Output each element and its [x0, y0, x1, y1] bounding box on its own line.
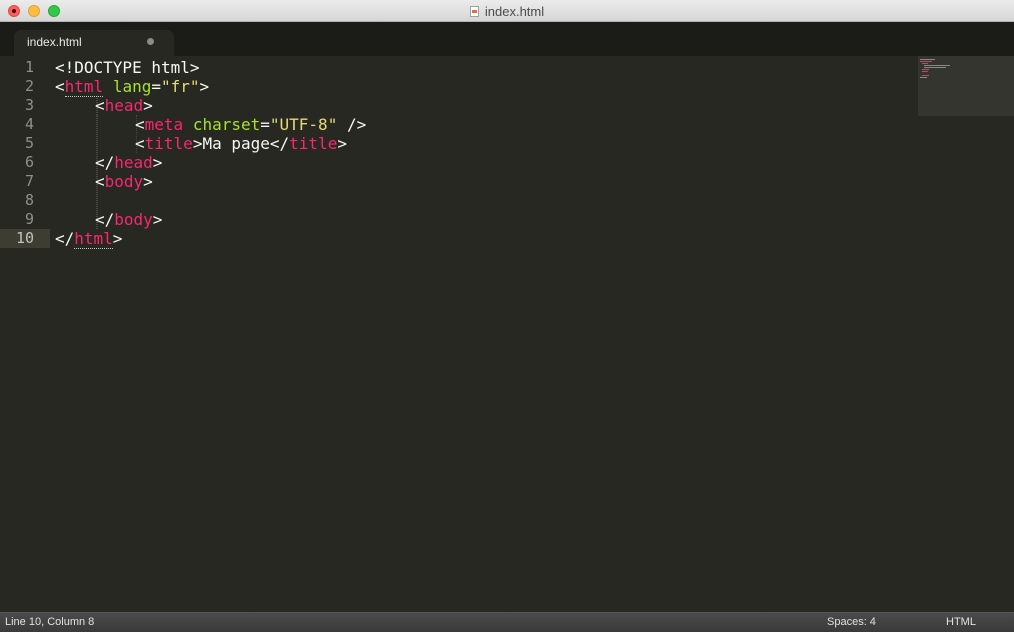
code-line-10: </html>: [55, 229, 123, 249]
cursor-position: Line 10, Column 8: [5, 616, 95, 628]
line-number: 3: [24, 96, 34, 114]
minimap-line: [924, 65, 950, 66]
code-line-5: <title>Ma page</title>: [135, 134, 347, 153]
window-title-text: index.html: [484, 3, 545, 19]
minimap-line: [920, 77, 927, 78]
code-line-4: <meta charset="UTF-8" />: [135, 115, 367, 134]
minimap-line: [920, 59, 935, 60]
minimap-line: [922, 71, 928, 72]
code-line-6: </head>: [95, 153, 163, 172]
line-number: 2: [24, 77, 34, 95]
line-number: 4: [24, 115, 34, 133]
minimap-line: [922, 63, 928, 64]
code-line-9: </body>: [95, 210, 163, 229]
status-bar: Line 10, Column 8 Spaces: 4 HTML: [0, 612, 1014, 632]
line-number-active: 10: [0, 229, 50, 248]
line-number-gutter: 1 2 3 4 5 6 7 8 9 10: [0, 56, 50, 612]
minimap-line: [922, 69, 929, 70]
code-line-2: <html lang="fr">: [55, 77, 210, 97]
code-line-3: <head>: [95, 96, 153, 115]
title-bar: index.html: [0, 0, 1014, 22]
line-number: 1: [24, 58, 34, 76]
minimap-line: [924, 67, 946, 68]
line-number: 6: [24, 153, 34, 171]
minimap-line: [922, 75, 929, 76]
tab-index-html[interactable]: index.html: [14, 30, 174, 56]
line-number: 9: [24, 210, 34, 228]
line-number: 7: [24, 172, 34, 190]
indentation-setting[interactable]: Spaces: 4: [827, 616, 876, 628]
editor-area[interactable]: 1 2 3 4 5 6 7 8 9 10 <!DOCTYPE html> <ht…: [0, 56, 1014, 612]
code-line-1: <!DOCTYPE html>: [55, 58, 200, 77]
line-number: 5: [24, 134, 34, 152]
minimap-line: [920, 61, 932, 62]
tab-label: index.html: [27, 35, 82, 49]
syntax-selector[interactable]: HTML: [946, 616, 976, 628]
unsaved-dot-icon[interactable]: [147, 38, 154, 45]
code-line-7: <body>: [95, 172, 153, 191]
line-number: 8: [24, 191, 34, 209]
html-file-icon: [469, 5, 479, 17]
indent-guide: [97, 115, 98, 153]
window-title: index.html: [0, 0, 1014, 22]
minimap[interactable]: [918, 56, 1014, 116]
tab-bar: index.html: [0, 22, 1014, 56]
